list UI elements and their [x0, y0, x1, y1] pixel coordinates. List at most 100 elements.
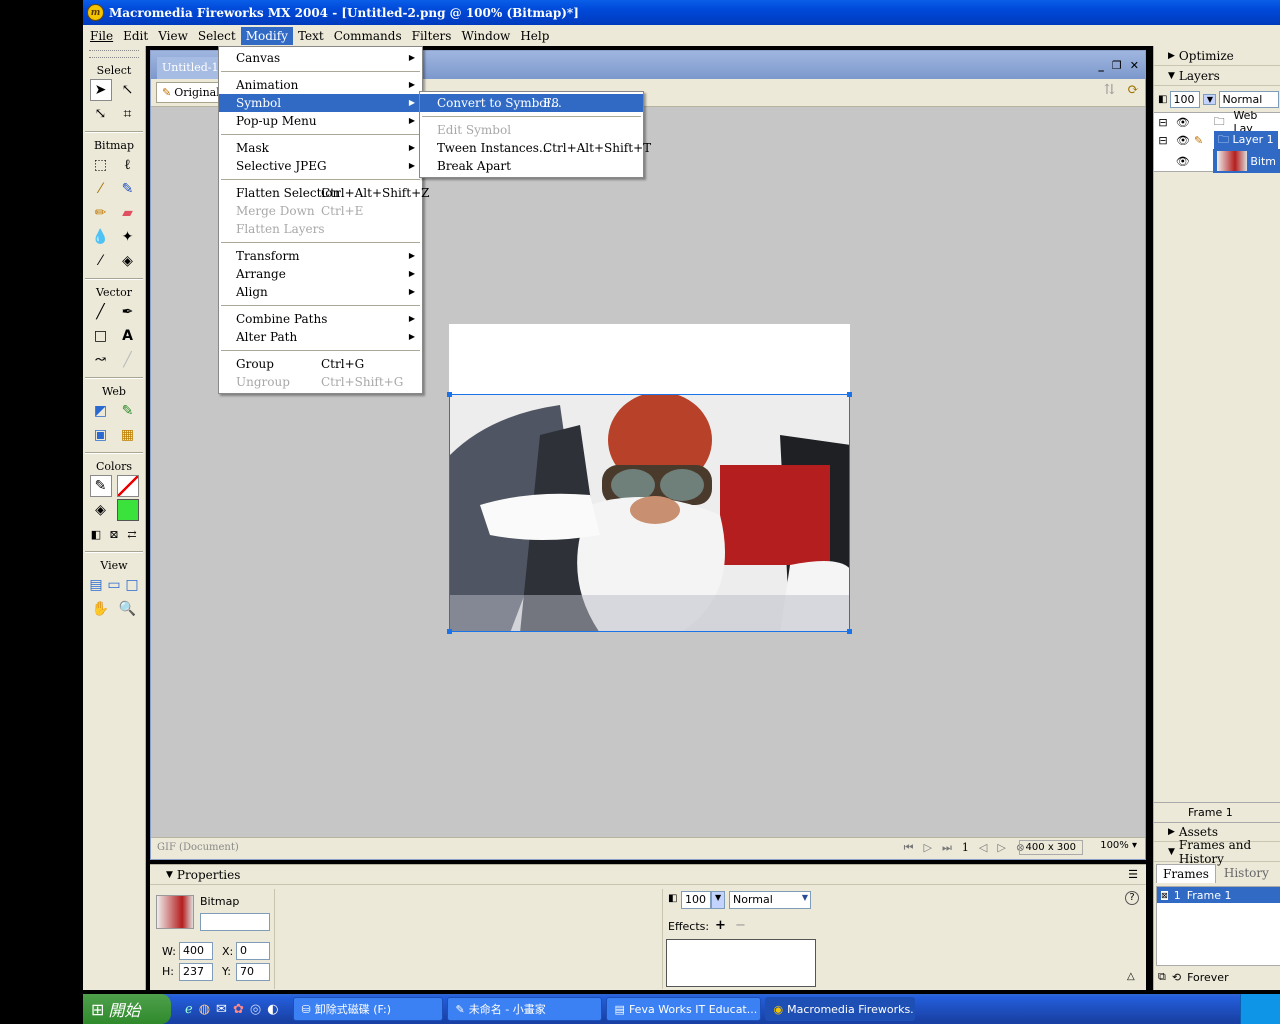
- taskbar-fireworks[interactable]: ◉ Macromedia Fireworks...: [764, 997, 915, 1021]
- canvas-size-display[interactable]: 400 x 300: [1018, 840, 1083, 855]
- remove-effect-icon[interactable]: −: [735, 918, 746, 933]
- modify-item-alter-path[interactable]: Alter Path ▶: [219, 328, 422, 346]
- collapse-icon[interactable]: ⊟: [1154, 134, 1172, 147]
- modify-item-transform[interactable]: Transform ▶: [219, 247, 422, 265]
- height-input[interactable]: 237: [179, 963, 213, 981]
- loop-setting[interactable]: Forever: [1187, 971, 1229, 984]
- symbol-item-break-apart[interactable]: Break Apart: [420, 157, 643, 175]
- modify-item-canvas[interactable]: Canvas ▶: [219, 49, 422, 67]
- add-effect-icon[interactable]: +: [715, 918, 726, 933]
- layer-row-layer1[interactable]: ⊟ 👁 ✎ 🗀 Layer 1: [1154, 130, 1280, 150]
- taskbar-feva-works[interactable]: ▤ Feva Works IT Educat...: [605, 997, 761, 1021]
- pencil-tool-icon[interactable]: ✏: [90, 202, 112, 224]
- menu-commands[interactable]: Commands: [329, 27, 407, 45]
- edit-pencil-icon[interactable]: ✎: [1194, 134, 1214, 147]
- layer-row-bitmap[interactable]: 👁 Bitm: [1154, 149, 1280, 173]
- modify-item-flatten-selection[interactable]: Flatten Selection Ctrl+Alt+Shift+Z: [219, 184, 429, 202]
- blur-tool-icon[interactable]: 💧: [90, 226, 112, 248]
- text-tool-icon[interactable]: A: [117, 325, 139, 347]
- modify-item-arrange[interactable]: Arrange ▶: [219, 265, 422, 283]
- freeform-tool-icon[interactable]: ↝: [90, 349, 112, 371]
- selection-handle[interactable]: [447, 629, 452, 634]
- paint-bucket-icon[interactable]: ◈: [117, 250, 139, 272]
- eyedropper-tool-icon[interactable]: ⁄: [90, 250, 112, 272]
- collapse-icon[interactable]: ⊟: [1154, 116, 1172, 129]
- restore-icon[interactable]: ❐: [1112, 59, 1122, 72]
- collapse-properties-icon[interactable]: △: [1127, 971, 1135, 982]
- tab-history[interactable]: History: [1216, 864, 1277, 883]
- rectangle-tool-icon[interactable]: □: [90, 325, 112, 347]
- fill-color-swatch[interactable]: [116, 499, 139, 521]
- loop-icon[interactable]: ⟲: [1172, 971, 1181, 984]
- swap-colors-icon[interactable]: ⇄: [123, 523, 141, 545]
- symbol-item-convert-to-symbol[interactable]: Convert to Symbol... F8: [420, 94, 643, 112]
- hand-tool-icon[interactable]: ✋: [90, 598, 112, 620]
- zoom-select[interactable]: 100% ▾: [1100, 840, 1137, 851]
- rubber-stamp-icon[interactable]: ✦: [117, 226, 139, 248]
- start-button[interactable]: ⊞ 開始: [83, 994, 171, 1024]
- show-slices-icon[interactable]: ▦: [117, 424, 139, 446]
- hide-slices-icon[interactable]: ▣: [90, 424, 112, 446]
- minimize-icon[interactable]: _: [1098, 59, 1104, 72]
- selection-handle[interactable]: [847, 392, 852, 397]
- selection-handle[interactable]: [847, 629, 852, 634]
- subselection-tool-icon[interactable]: ↖: [117, 79, 139, 101]
- blend-mode-select[interactable]: Normal ▼: [729, 891, 811, 909]
- x-input[interactable]: 0: [236, 942, 270, 960]
- taskbar-removable-disk[interactable]: ⛁ 卸除式磁碟 (F:): [292, 997, 443, 1021]
- line-tool-icon[interactable]: ╱: [90, 301, 112, 323]
- eye-icon[interactable]: 👁: [1172, 116, 1194, 129]
- last-frame-icon[interactable]: ⏭: [942, 841, 952, 855]
- modify-item-pop-up-menu[interactable]: Pop-up Menu ▶: [219, 112, 422, 130]
- frames-history-header[interactable]: ▼ Frames and History: [1154, 838, 1280, 866]
- full-screen-menu-icon[interactable]: ▭: [105, 574, 123, 596]
- knife-tool-icon[interactable]: ╱: [117, 349, 139, 371]
- properties-header[interactable]: ▼ Properties ☰: [150, 865, 1146, 885]
- selection-handle[interactable]: [447, 392, 452, 397]
- layer-opacity-input[interactable]: 100: [1170, 90, 1201, 108]
- next-frame-icon[interactable]: ▷: [997, 841, 1005, 855]
- y-input[interactable]: 70: [236, 963, 270, 981]
- onion-skin-icon[interactable]: ⧉: [1158, 970, 1166, 984]
- full-screen-icon[interactable]: □: [123, 574, 141, 596]
- modify-item-selective-jpeg[interactable]: Selective JPEG ▶: [219, 157, 422, 175]
- menu-filters[interactable]: Filters: [407, 27, 457, 45]
- pointer-tool-icon[interactable]: ➤: [89, 79, 112, 101]
- effects-list[interactable]: [666, 939, 816, 987]
- modify-item-animation[interactable]: Animation ▶: [219, 76, 422, 94]
- menu-modify[interactable]: Modify: [240, 26, 293, 45]
- standard-screen-icon[interactable]: ▤: [87, 574, 105, 596]
- modify-item-mask[interactable]: Mask ▶: [219, 139, 422, 157]
- menu-text[interactable]: Text: [293, 27, 329, 45]
- modify-item-symbol[interactable]: Symbol ▶: [219, 94, 422, 112]
- marquee-tool-icon[interactable]: ⬚: [90, 154, 112, 176]
- close-icon[interactable]: ✕: [1130, 59, 1139, 72]
- panel-options-icon[interactable]: ☰: [1128, 868, 1138, 881]
- menu-window[interactable]: Window: [456, 27, 515, 45]
- modify-item-align[interactable]: Align ▶: [219, 283, 422, 301]
- quick-launch-icon-6[interactable]: ◐: [267, 1002, 278, 1017]
- opacity-dropdown-icon[interactable]: ▼: [711, 891, 725, 909]
- santa-bitmap-image[interactable]: [449, 394, 850, 632]
- quick-launch-icon-4[interactable]: ✿: [233, 1002, 244, 1017]
- modify-item-combine-paths[interactable]: Combine Paths ▶: [219, 310, 422, 328]
- default-colors-icon[interactable]: ◧: [87, 523, 105, 545]
- width-input[interactable]: 400: [179, 942, 213, 960]
- quick-launch-ie-icon[interactable]: ℯ: [185, 1002, 193, 1017]
- opacity-input[interactable]: 100: [681, 891, 711, 909]
- play-icon[interactable]: ▷: [923, 841, 931, 855]
- layer-row-web[interactable]: ⊟ 👁 🗀 Web Lay: [1154, 109, 1280, 135]
- prev-frame-icon[interactable]: ◁: [979, 841, 987, 855]
- quick-launch-icon-5[interactable]: ◎: [250, 1002, 261, 1017]
- eye-icon[interactable]: 👁: [1172, 155, 1194, 168]
- layers-panel-header[interactable]: ▼ Layers: [1154, 66, 1280, 86]
- no-stroke-fill-icon[interactable]: ⊠: [105, 523, 123, 545]
- eraser-tool-icon[interactable]: ▰: [117, 202, 139, 224]
- opacity-dropdown-icon[interactable]: ▼: [1203, 93, 1217, 105]
- menu-edit[interactable]: Edit: [118, 27, 153, 45]
- hotspot-tool-icon[interactable]: ◩: [90, 400, 112, 422]
- scale-tool-icon[interactable]: ⤡: [90, 103, 112, 125]
- quick-launch-icon-2[interactable]: ◍: [199, 1002, 210, 1017]
- update-icon[interactable]: ⟳: [1127, 82, 1139, 98]
- crop-tool-icon[interactable]: ⌗: [117, 103, 139, 125]
